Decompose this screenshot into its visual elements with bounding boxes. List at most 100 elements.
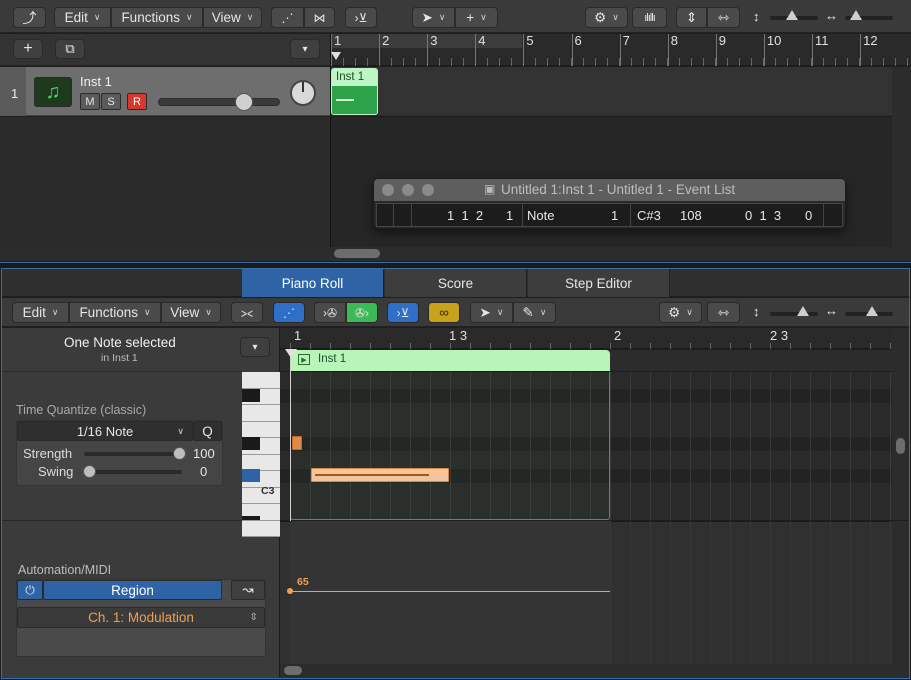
event-channel[interactable]: 1	[611, 208, 618, 223]
settings-menu[interactable]: ⚙ ∨	[585, 7, 628, 28]
fit-vertical-button[interactable]: ⇕	[676, 7, 707, 28]
waveform-zoom-button[interactable]: ılıllı	[632, 7, 667, 28]
tab-score[interactable]: Score	[385, 269, 527, 297]
catch-button[interactable]: ⤴	[13, 7, 46, 28]
controller-select[interactable]: Ch. 1: Modulation ⇳	[17, 607, 265, 628]
automation-start-point[interactable]	[287, 588, 293, 594]
solo-button[interactable]: S	[101, 93, 121, 110]
editor-horizontal-zoom-thumb[interactable]	[866, 306, 878, 316]
top-edit-label: Edit	[64, 10, 88, 25]
arrange-vertical-scrollbar[interactable]	[892, 67, 911, 247]
fit-horizontal-button[interactable]: ⇿	[707, 7, 740, 28]
note-small[interactable]	[292, 436, 302, 450]
editor-snap-button[interactable]: ›⊻	[387, 302, 419, 323]
event-num[interactable]: C#3	[637, 208, 661, 223]
piano-key-white[interactable]	[242, 520, 280, 537]
automation-show-button[interactable]: ↝	[231, 580, 265, 600]
ruler-bar-6: 6	[574, 33, 582, 48]
strength-value[interactable]: 100	[193, 446, 215, 461]
piano-key-black[interactable]	[242, 437, 260, 450]
event-position[interactable]: 1 1 2	[447, 208, 483, 223]
midi-in-button[interactable]: ›✇	[314, 302, 346, 323]
duplicate-track-button[interactable]: ⧉	[55, 39, 85, 59]
collapse-button[interactable]: ⪥	[231, 302, 263, 323]
track-options-button[interactable]: ▾	[290, 39, 320, 59]
window-minimize-button[interactable]	[402, 184, 414, 196]
event-val[interactable]: 108	[680, 208, 702, 223]
top-view-menu[interactable]: View ∨	[203, 7, 262, 28]
snap-icon: ›⊻	[354, 10, 368, 25]
midi-out-icon: ✇›	[354, 305, 370, 320]
piano-key-black[interactable]	[242, 389, 260, 402]
editor-vertical-scroll-thumb[interactable]	[896, 438, 905, 454]
quantize-q-button[interactable]: Q	[193, 421, 222, 441]
window-zoom-button[interactable]	[422, 184, 434, 196]
editor-vertical-zoom-thumb[interactable]	[797, 306, 809, 316]
add-track-button[interactable]: +	[13, 39, 43, 59]
event-list-window[interactable]: ▣ Untitled 1:Inst 1 - Untitled 1 - Event…	[373, 178, 846, 229]
editor-pencil-tool-menu[interactable]: ✎ ∨	[513, 302, 556, 323]
arrange-horizontal-scroll-thumb[interactable]	[334, 249, 380, 258]
arrange-playhead-marker[interactable]	[331, 52, 341, 60]
piano-key-white[interactable]	[242, 421, 280, 438]
arrange-horizontal-scrollbar[interactable]	[330, 247, 911, 261]
event-info[interactable]: 0	[805, 208, 812, 223]
event-list-row[interactable]: 1 1 2 1 Note 1 C#3 108 0 1 3 0	[376, 203, 843, 227]
tab-step-editor[interactable]: Step Editor	[528, 269, 670, 297]
editor-functions-menu[interactable]: Functions ∨	[69, 302, 161, 323]
ruler-bar-line	[571, 34, 573, 66]
automation-line[interactable]	[290, 591, 610, 592]
piano-key-black[interactable]	[242, 469, 260, 482]
link-button[interactable]: ∞	[428, 302, 460, 323]
record-enable-button[interactable]: R	[127, 93, 147, 110]
event-sub[interactable]: 1	[506, 208, 513, 223]
mute-button[interactable]: M	[80, 93, 100, 110]
swing-slider-thumb[interactable]	[83, 465, 96, 478]
automation-curve-button[interactable]: ⋰	[271, 7, 304, 28]
editor-automation-button[interactable]: ⋰	[273, 302, 305, 323]
editor-horizontal-scrollbar[interactable]	[280, 664, 909, 678]
editor-pointer-tool-menu[interactable]: ➤ ∨	[470, 302, 513, 323]
piano-key-white[interactable]	[242, 372, 280, 389]
flex-button[interactable]: ⋈	[304, 7, 335, 28]
event-length[interactable]: 0 1 3	[745, 208, 781, 223]
top-functions-menu[interactable]: Functions ∨	[111, 7, 203, 28]
q-button-label: Q	[202, 423, 213, 439]
track-name[interactable]: Inst 1	[80, 74, 112, 89]
editor-view-menu[interactable]: View ∨	[161, 302, 221, 323]
strength-slider[interactable]	[84, 452, 182, 456]
note-selected[interactable]	[311, 468, 449, 482]
top-edit-menu[interactable]: Edit ∨	[54, 7, 111, 28]
midi-out-button[interactable]: ✇›	[346, 302, 378, 323]
editor-settings-menu[interactable]: ⚙ ∨	[659, 302, 702, 323]
vertical-zoom-thumb[interactable]	[786, 10, 798, 20]
track-volume-slider[interactable]	[158, 98, 280, 106]
snap-button[interactable]: ›⊻	[345, 7, 377, 28]
piano-key-black[interactable]	[242, 516, 260, 520]
event-status[interactable]: Note	[527, 208, 554, 223]
automation-power-button[interactable]: ⏻	[17, 580, 43, 600]
inspector-options-button[interactable]: ▾	[240, 337, 270, 357]
editor-playhead-marker[interactable]	[285, 349, 297, 358]
pointer-tool-menu[interactable]: ➤ ∨	[412, 7, 455, 28]
editor-edit-menu[interactable]: Edit ∨	[12, 302, 69, 323]
window-close-button[interactable]	[382, 184, 394, 196]
ruler-bar-line	[379, 34, 381, 66]
ruler-bar-3: 3	[430, 33, 438, 48]
ruler-bar-line	[763, 34, 765, 66]
swing-slider[interactable]	[84, 470, 182, 474]
strength-slider-thumb[interactable]	[173, 447, 186, 460]
editor-vertical-zoom-slider[interactable]	[770, 312, 818, 316]
editor-vertical-scrollbar[interactable]	[892, 328, 909, 520]
swing-value[interactable]: 0	[200, 464, 207, 479]
tab-piano-roll[interactable]: Piano Roll	[242, 269, 384, 297]
secondary-tool-menu[interactable]: + ∨	[455, 7, 498, 28]
automation-region-button[interactable]: Region	[43, 580, 222, 600]
editor-fit-horizontal-button[interactable]: ⇿	[707, 302, 740, 323]
track-volume-thumb[interactable]	[235, 93, 253, 111]
editor-horizontal-scroll-thumb[interactable]	[284, 666, 302, 675]
ruler-bar-line	[812, 34, 813, 66]
quantize-value-select[interactable]: 1/16 Note ∨	[17, 421, 193, 441]
horizontal-zoom-thumb[interactable]	[850, 10, 862, 20]
piano-key-white[interactable]	[242, 405, 280, 422]
